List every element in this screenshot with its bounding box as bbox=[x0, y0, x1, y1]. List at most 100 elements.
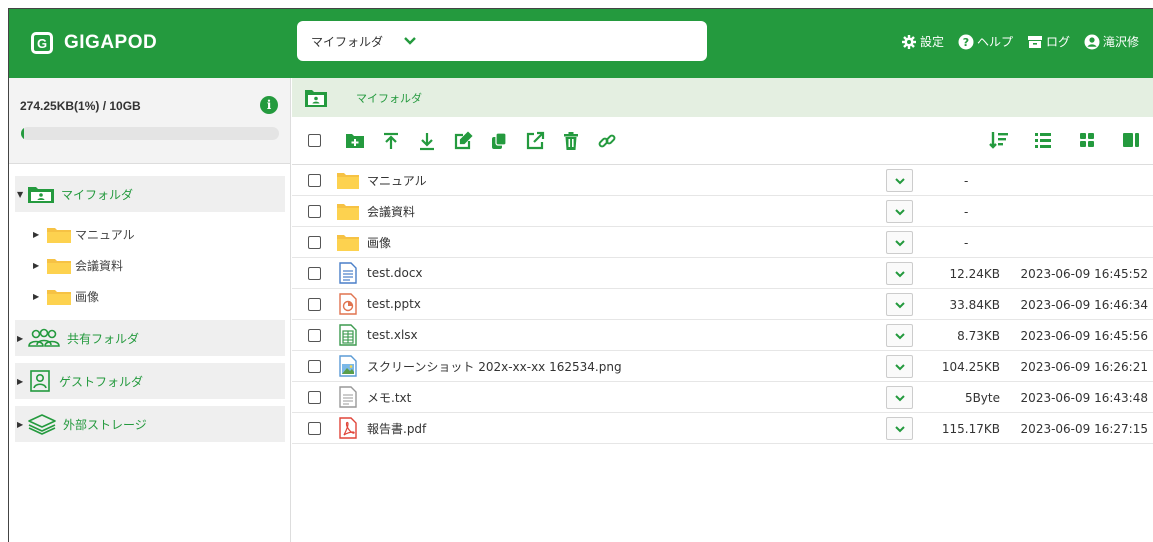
logo[interactable]: G GIGAPOD bbox=[31, 32, 157, 54]
toolbar bbox=[292, 117, 1153, 165]
folder-select[interactable]: マイフォルダ bbox=[297, 21, 707, 61]
row-menu-dropdown[interactable] bbox=[886, 200, 913, 223]
folder-tree: ▼ マイフォルダ ▶ マニュアル ▶ 会議資料 ▶ 画像 ▶ 共有フォルダ ▶ bbox=[15, 176, 285, 449]
chevron-down-icon bbox=[894, 332, 905, 339]
file-row[interactable]: スクリーンショット 202x-xx-xx 162534.png 104.25KB… bbox=[292, 351, 1153, 382]
tree-shared-folder[interactable]: ▶ 共有フォルダ bbox=[15, 320, 285, 356]
chevron-down-icon bbox=[894, 425, 905, 432]
file-list: マニュアル - 会議資料 - 画像 - test.docx 12.24KB 20… bbox=[292, 165, 1153, 444]
storage-usage-text: 274.25KB(1%) / 10GB bbox=[20, 99, 141, 113]
file-name[interactable]: 画像 bbox=[367, 234, 391, 251]
row-checkbox[interactable] bbox=[308, 297, 321, 311]
row-menu-dropdown[interactable] bbox=[886, 293, 913, 316]
chevron-down-icon bbox=[894, 177, 905, 184]
help-menu[interactable]: ? ヘルプ bbox=[958, 33, 1013, 50]
spreadsheet-icon bbox=[337, 324, 359, 346]
log-menu[interactable]: ログ bbox=[1027, 33, 1070, 50]
chevron-down-icon bbox=[894, 301, 905, 308]
file-size: 8.73KB bbox=[957, 329, 1000, 343]
tree-item-images[interactable]: ▶ 画像 bbox=[15, 281, 285, 312]
row-menu-dropdown[interactable] bbox=[886, 169, 913, 192]
tree-guest-folder[interactable]: ▶ ゲストフォルダ bbox=[15, 363, 285, 399]
grid-view-icon[interactable] bbox=[1077, 130, 1097, 150]
row-checkbox[interactable] bbox=[308, 204, 321, 218]
file-name[interactable]: test.xlsx bbox=[367, 328, 418, 342]
file-name[interactable]: test.docx bbox=[367, 266, 423, 280]
list-view-icon[interactable] bbox=[1033, 130, 1053, 150]
trash-icon[interactable] bbox=[561, 131, 581, 151]
file-date: 2023-06-09 16:45:52 bbox=[1020, 267, 1148, 281]
tree-item-manual[interactable]: ▶ マニュアル bbox=[15, 219, 285, 250]
tree-external-storage[interactable]: ▶ 外部ストレージ bbox=[15, 406, 285, 442]
row-checkbox[interactable] bbox=[308, 390, 321, 404]
user-menu[interactable]: 滝沢修 bbox=[1084, 33, 1139, 50]
download-icon[interactable] bbox=[417, 131, 437, 151]
toolbar-actions bbox=[345, 130, 617, 151]
row-menu-dropdown[interactable] bbox=[886, 324, 913, 347]
word-document-icon bbox=[337, 262, 359, 284]
file-row[interactable]: マニュアル - bbox=[292, 165, 1153, 196]
folder-icon bbox=[337, 169, 359, 191]
row-checkbox[interactable] bbox=[308, 266, 321, 280]
my-folder-icon bbox=[305, 89, 327, 107]
folder-icon bbox=[337, 231, 359, 253]
collapsed-arrow-icon[interactable]: ▶ bbox=[33, 292, 43, 301]
file-row[interactable]: 会議資料 - bbox=[292, 196, 1153, 227]
file-name[interactable]: メモ.txt bbox=[367, 389, 411, 406]
expanded-arrow-icon[interactable]: ▼ bbox=[17, 190, 27, 199]
file-name[interactable]: test.pptx bbox=[367, 297, 421, 311]
help-icon: ? bbox=[958, 34, 974, 49]
edit-icon[interactable] bbox=[453, 130, 473, 151]
row-menu-dropdown[interactable] bbox=[886, 386, 913, 409]
app-header: G GIGAPOD マイフォルダ 設定 ? ヘルプ ログ 滝沢修 bbox=[9, 8, 1153, 78]
copy-icon[interactable] bbox=[489, 131, 509, 151]
row-checkbox[interactable] bbox=[308, 421, 321, 435]
file-name[interactable]: 報告書.pdf bbox=[367, 420, 426, 437]
tree-item-meeting[interactable]: ▶ 会議資料 bbox=[15, 250, 285, 281]
row-menu-dropdown[interactable] bbox=[886, 231, 913, 254]
chevron-down-icon bbox=[894, 208, 905, 215]
row-menu-dropdown[interactable] bbox=[886, 262, 913, 285]
file-row[interactable]: test.docx 12.24KB 2023-06-09 16:45:52 bbox=[292, 258, 1153, 289]
file-name[interactable]: スクリーンショット 202x-xx-xx 162534.png bbox=[367, 358, 622, 375]
image-file-icon bbox=[337, 355, 359, 377]
view-controls bbox=[989, 130, 1141, 150]
file-date: 2023-06-09 16:43:48 bbox=[1020, 391, 1148, 405]
link-icon[interactable] bbox=[597, 131, 617, 151]
user-name: 滝沢修 bbox=[1102, 35, 1139, 49]
row-menu-dropdown[interactable] bbox=[886, 355, 913, 378]
collapsed-arrow-icon[interactable]: ▶ bbox=[33, 230, 43, 239]
new-folder-icon[interactable] bbox=[345, 131, 365, 151]
row-checkbox[interactable] bbox=[308, 235, 321, 249]
file-row[interactable]: test.pptx 33.84KB 2023-06-09 16:46:34 bbox=[292, 289, 1153, 320]
row-checkbox[interactable] bbox=[308, 173, 321, 187]
tree-my-folder[interactable]: ▼ マイフォルダ bbox=[15, 176, 285, 212]
sort-icon[interactable] bbox=[989, 130, 1009, 150]
chevron-down-icon bbox=[894, 239, 905, 246]
preview-pane-icon[interactable] bbox=[1121, 130, 1141, 150]
row-menu-dropdown[interactable] bbox=[886, 417, 913, 440]
info-icon[interactable]: i bbox=[260, 96, 278, 114]
collapsed-arrow-icon[interactable]: ▶ bbox=[33, 261, 43, 270]
folder-icon bbox=[47, 259, 71, 274]
file-row[interactable]: 報告書.pdf 115.17KB 2023-06-09 16:27:15 bbox=[292, 413, 1153, 444]
file-row[interactable]: 画像 - bbox=[292, 227, 1153, 258]
row-checkbox[interactable] bbox=[308, 328, 321, 342]
text-file-icon bbox=[337, 386, 359, 408]
file-size: 104.25KB bbox=[941, 360, 1000, 374]
collapsed-arrow-icon[interactable]: ▶ bbox=[17, 377, 27, 386]
settings-menu[interactable]: 設定 bbox=[901, 33, 944, 50]
pdf-icon bbox=[337, 417, 359, 439]
breadcrumb-current[interactable]: マイフォルダ bbox=[356, 90, 422, 106]
file-row[interactable]: test.xlsx 8.73KB 2023-06-09 16:45:56 bbox=[292, 320, 1153, 351]
file-name[interactable]: マニュアル bbox=[367, 172, 427, 189]
file-row[interactable]: メモ.txt 5Byte 2023-06-09 16:43:48 bbox=[292, 382, 1153, 413]
row-checkbox[interactable] bbox=[308, 359, 321, 373]
open-external-icon[interactable] bbox=[525, 131, 545, 151]
upload-icon[interactable] bbox=[381, 131, 401, 151]
select-all-checkbox[interactable] bbox=[308, 134, 321, 147]
collapsed-arrow-icon[interactable]: ▶ bbox=[17, 420, 27, 429]
collapsed-arrow-icon[interactable]: ▶ bbox=[17, 334, 27, 343]
file-name[interactable]: 会議資料 bbox=[367, 203, 415, 220]
chevron-down-icon bbox=[894, 363, 905, 370]
